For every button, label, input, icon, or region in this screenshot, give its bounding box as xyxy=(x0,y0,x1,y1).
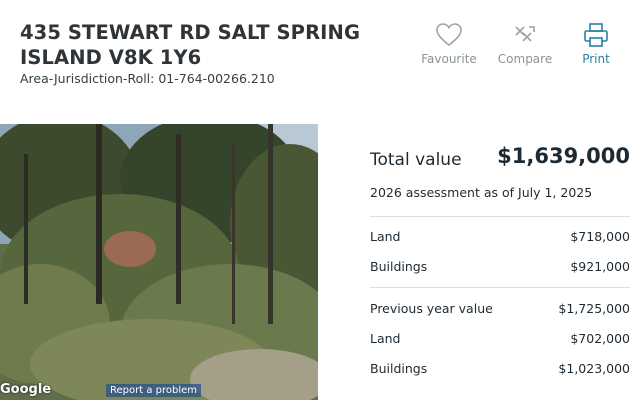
buildings-row: Buildings $921,000 xyxy=(370,259,630,277)
favourite-label: Favourite xyxy=(421,52,477,66)
previous-year-label: Previous year value xyxy=(370,301,493,316)
buildings-value: $921,000 xyxy=(570,259,630,274)
compare-icon xyxy=(515,26,535,42)
previous-year-row: Previous year value $1,725,000 xyxy=(370,301,630,319)
heart-icon xyxy=(436,23,462,47)
total-value-amount: $1,639,000 xyxy=(497,144,630,168)
previous-land-label: Land xyxy=(370,331,401,346)
divider xyxy=(370,216,630,217)
previous-buildings-label: Buildings xyxy=(370,361,428,376)
print-button[interactable]: Print xyxy=(558,22,634,66)
property-address: 435 STEWART RD SALT SPRING ISLAND V8K 1Y… xyxy=(20,21,361,69)
roll-value: 01-764-00266.210 xyxy=(158,71,275,86)
printer-icon xyxy=(584,23,608,47)
previous-buildings-value: $1,023,000 xyxy=(558,361,630,376)
previous-year-value: $1,725,000 xyxy=(558,301,630,316)
favourite-button[interactable]: Favourite xyxy=(411,22,487,66)
previous-buildings-row: Buildings $1,023,000 xyxy=(370,361,630,379)
compare-label: Compare xyxy=(497,52,553,66)
land-value: $718,000 xyxy=(570,229,630,244)
forest-image xyxy=(0,124,318,400)
print-label: Print xyxy=(582,52,610,66)
street-view-photo[interactable]: Google Report a problem xyxy=(0,124,318,400)
land-row: Land $718,000 xyxy=(370,229,630,247)
land-label: Land xyxy=(370,229,401,244)
buildings-label: Buildings xyxy=(370,259,428,274)
previous-land-row: Land $702,000 xyxy=(370,331,630,349)
report-problem-link[interactable]: Report a problem xyxy=(106,384,202,397)
roll-number: Area-Jurisdiction-Roll: 01-764-00266.210 xyxy=(20,71,275,86)
compare-button[interactable]: Compare xyxy=(487,22,563,66)
previous-land-value: $702,000 xyxy=(570,331,630,346)
divider xyxy=(370,287,630,288)
total-value-row: Total value $1,639,000 xyxy=(370,144,630,178)
google-logo: Google xyxy=(0,382,52,397)
roll-label: Area-Jurisdiction-Roll: xyxy=(20,71,155,86)
total-value-label: Total value xyxy=(370,150,462,170)
assessment-date: 2026 assessment as of July 1, 2025 xyxy=(370,185,593,200)
